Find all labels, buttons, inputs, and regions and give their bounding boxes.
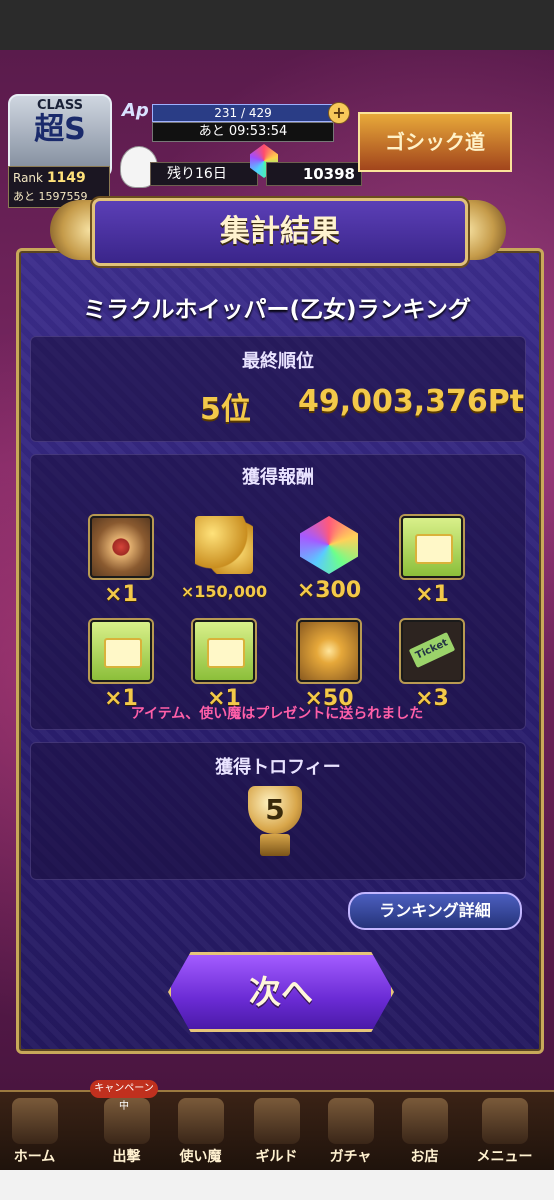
nav-familiar[interactable]: 使い魔 xyxy=(166,1092,235,1172)
gacha-mirror-icon xyxy=(327,1098,374,1144)
final-points: 49,003,376Pt xyxy=(298,384,525,419)
guild-wings-icon xyxy=(253,1098,300,1144)
ap-timer: あと 09:53:54 xyxy=(152,122,334,142)
reward-qty: ×1 xyxy=(415,582,449,607)
status-bar xyxy=(0,0,554,50)
modal-title: 集計結果 xyxy=(92,198,468,266)
gold-coins-icon xyxy=(195,516,253,574)
nav-shop[interactable]: お店 xyxy=(390,1092,459,1172)
trophy-number: 5 xyxy=(265,793,285,826)
reward-item[interactable]: ×50 xyxy=(274,620,384,711)
nav-label: ガチャ xyxy=(329,1149,372,1165)
ticket-icon xyxy=(401,620,463,682)
reward-item[interactable]: ×3 xyxy=(377,620,487,711)
reward-item[interactable]: ×150,000 xyxy=(169,516,279,601)
rank-value: 1149 xyxy=(46,170,86,186)
reward-item[interactable]: ×1 xyxy=(377,516,487,607)
ap-box: Ap 231 / 429 あと 09:53:54 xyxy=(122,100,342,142)
shop-gem-icon xyxy=(401,1098,448,1144)
nav-menu[interactable]: メニュー xyxy=(470,1092,539,1172)
final-rank-heading: 最終順位 xyxy=(242,351,314,372)
nav-home[interactable]: ホーム xyxy=(0,1092,69,1172)
ap-label: Ap xyxy=(122,100,149,121)
reward-qty: ×150,000 xyxy=(180,582,268,601)
nav-label: お店 xyxy=(410,1149,439,1165)
star-emblem-icon xyxy=(90,516,152,578)
trophy-heading: 獲得トロフィー xyxy=(215,757,341,778)
rank-next-label: あと xyxy=(13,190,35,203)
reward-item[interactable]: ×1 xyxy=(66,620,176,711)
system-nav-bar xyxy=(0,1170,554,1200)
final-rank: 5位 xyxy=(200,392,251,427)
reward-qty: ×300 xyxy=(296,578,362,603)
nav-label: 出撃 xyxy=(112,1149,141,1165)
nav-gacha[interactable]: ガチャ xyxy=(316,1092,385,1172)
event-banner[interactable]: ゴシック道 xyxy=(358,112,512,172)
home-icon xyxy=(11,1098,58,1144)
rainbow-gem-icon xyxy=(300,516,358,574)
familiar-icon xyxy=(177,1098,224,1144)
rank-label: Rank xyxy=(13,171,43,185)
reward-qty: ×1 xyxy=(104,582,138,607)
ap-plus-icon[interactable]: + xyxy=(328,102,350,124)
reward-item[interactable]: ×300 xyxy=(274,516,384,603)
ticket-box-icon xyxy=(401,516,463,578)
bottom-nav: ホーム 出撃 使い魔 ギルド ガチャ お店 メニュー xyxy=(0,1090,554,1172)
ranking-name: ミラクルホイッパー(乙女)ランキング xyxy=(83,297,471,323)
nav-label: ギルド xyxy=(255,1149,298,1165)
ranking-detail-button[interactable]: ランキング詳細 xyxy=(348,892,522,930)
campaign-badge: キャンペーン中 xyxy=(90,1080,158,1112)
reward-item[interactable]: ×1 xyxy=(66,516,176,607)
trophy-icon: 5 xyxy=(242,786,308,858)
nav-label: メニュー xyxy=(476,1149,533,1165)
ticket-box-icon xyxy=(90,620,152,682)
next-button[interactable]: 次へ xyxy=(168,952,394,1032)
nav-label: ホーム xyxy=(13,1149,56,1165)
reward-item[interactable]: ×1 xyxy=(169,620,279,711)
ap-bar: 231 / 429 xyxy=(152,104,334,122)
class-label: CLASS xyxy=(36,98,84,113)
rewards-heading: 獲得報酬 xyxy=(242,467,314,488)
rewards-notice: アイテム、使い魔はプレゼントに送られました xyxy=(130,706,424,722)
days-left: 残り16日 xyxy=(150,162,258,186)
trophy-base xyxy=(260,834,290,856)
nav-label: 使い魔 xyxy=(179,1149,222,1165)
ticket-box-icon xyxy=(193,620,255,682)
golden-feather-icon xyxy=(298,620,360,682)
class-rank: 超S xyxy=(34,112,86,147)
menu-book-icon xyxy=(481,1098,528,1144)
gem-count: 10398 xyxy=(266,162,362,186)
nav-guild[interactable]: ギルド xyxy=(242,1092,311,1172)
